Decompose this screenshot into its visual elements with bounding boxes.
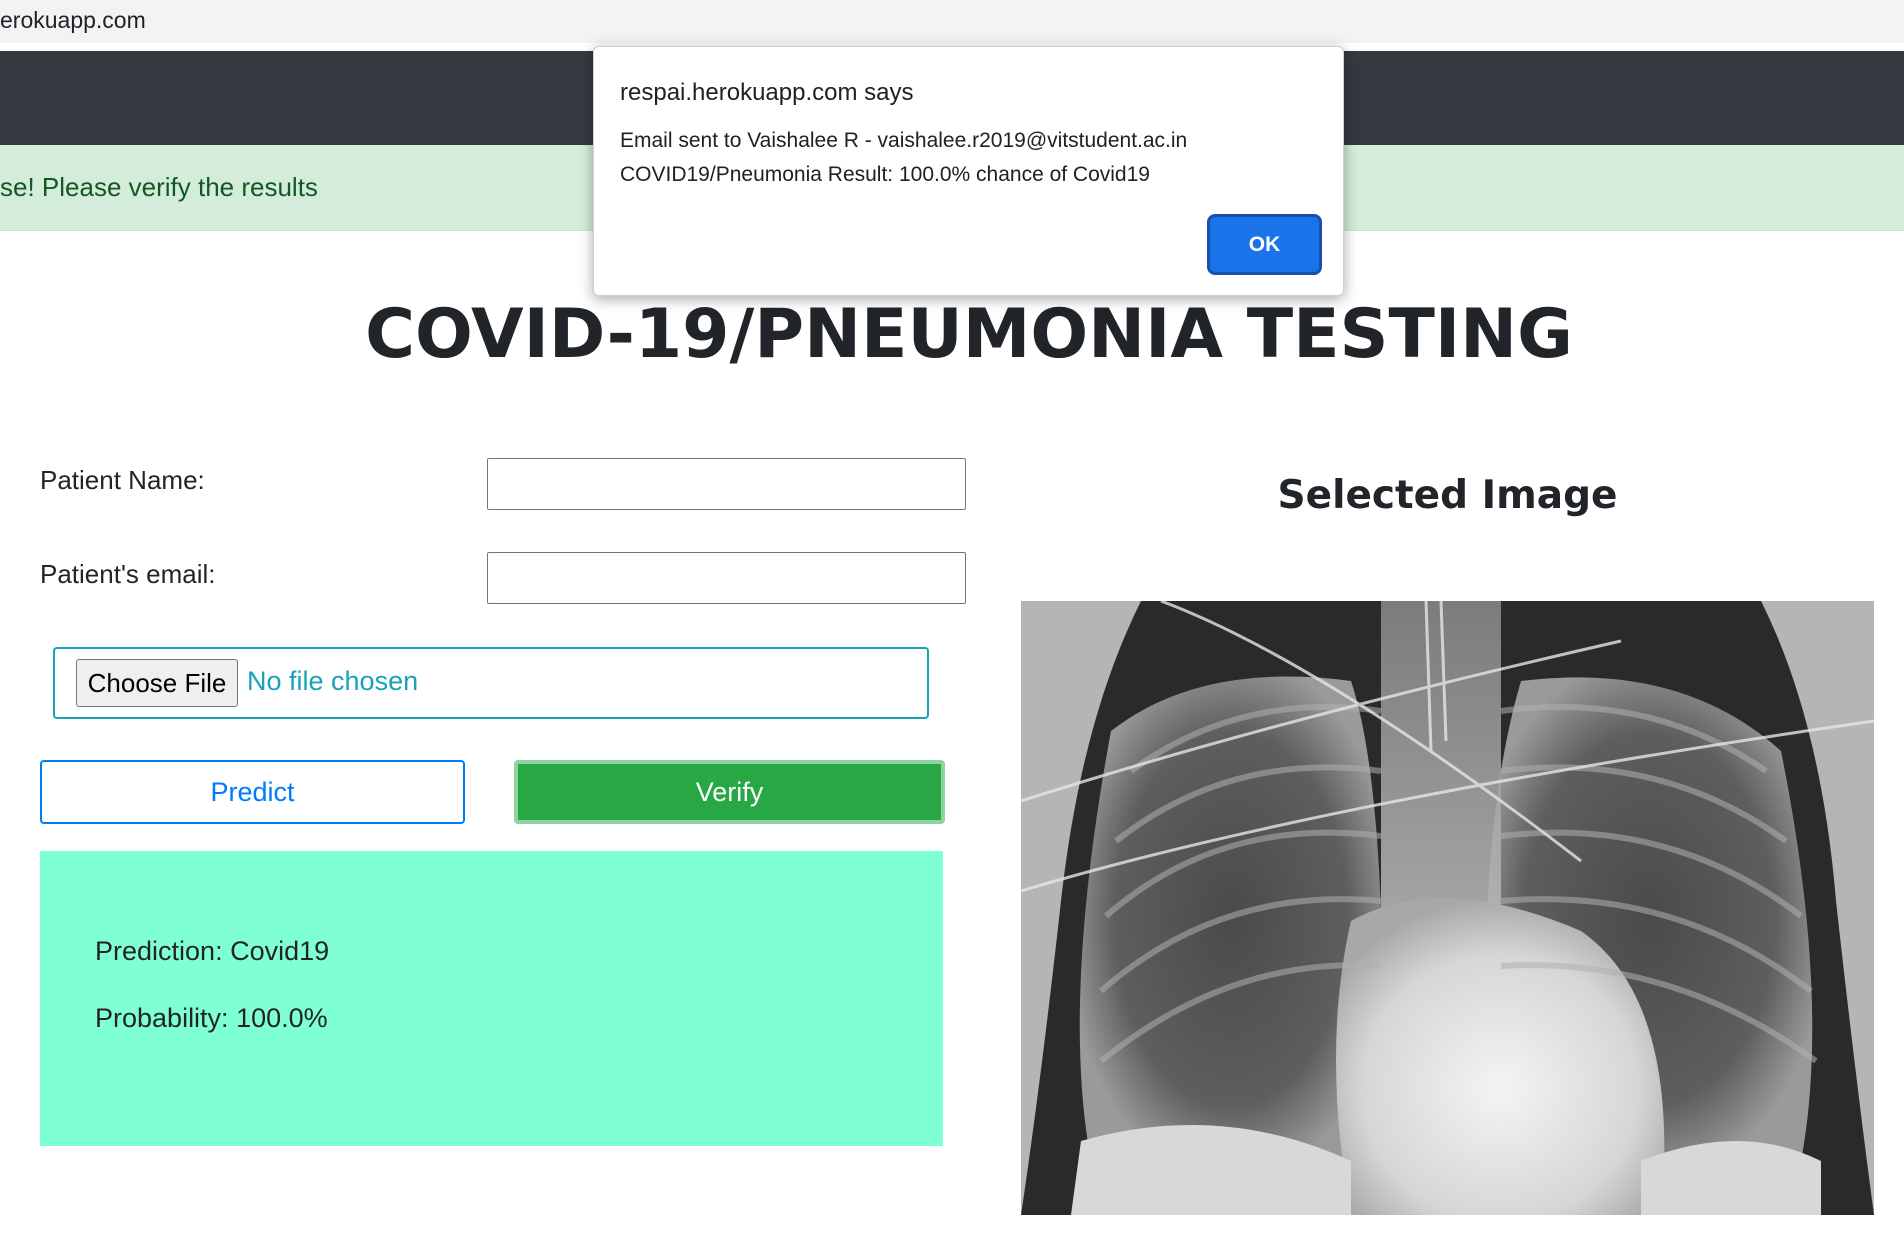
page-title: COVID-19/PNEUMONIA TESTING — [365, 295, 1573, 374]
patient-name-input[interactable] — [487, 458, 966, 510]
dialog-result-line: COVID19/Pneumonia Result: 100.0% chance … — [620, 163, 1150, 186]
ok-button[interactable]: OK — [1210, 217, 1319, 272]
address-url[interactable]: erokuapp.com — [0, 7, 146, 34]
alert-dialog: respai.herokuapp.com says Email sent to … — [593, 46, 1344, 296]
verify-button[interactable]: Verify — [514, 760, 945, 824]
patient-name-label: Patient Name: — [40, 465, 205, 495]
file-status-text: No file chosen — [247, 666, 419, 696]
prediction-text: Prediction: Covid19 — [95, 936, 330, 966]
dialog-title: respai.herokuapp.com says — [620, 79, 914, 106]
patient-email-input[interactable] — [487, 552, 966, 604]
selected-image-heading: Selected Image — [1277, 473, 1618, 518]
file-upload-field[interactable]: Choose File No file chosen — [53, 647, 929, 719]
chest-xray-image — [1021, 601, 1874, 1215]
prediction-result-panel: Prediction: Covid19 Probability: 100.0% — [40, 851, 943, 1146]
choose-file-button[interactable]: Choose File — [76, 659, 238, 707]
probability-text: Probability: 100.0% — [95, 1003, 328, 1033]
dialog-email-line: Email sent to Vaishalee R - vaishalee.r2… — [620, 129, 1188, 152]
browser-address-bar[interactable]: erokuapp.com — [0, 0, 1904, 43]
xray-illustration — [1021, 601, 1874, 1215]
predict-button[interactable]: Predict — [40, 760, 465, 824]
patient-email-label: Patient's email: — [40, 559, 216, 589]
page-root: erokuapp.com se! Please verify the resul… — [0, 0, 1904, 1238]
alert-message: se! Please verify the results — [0, 172, 318, 202]
